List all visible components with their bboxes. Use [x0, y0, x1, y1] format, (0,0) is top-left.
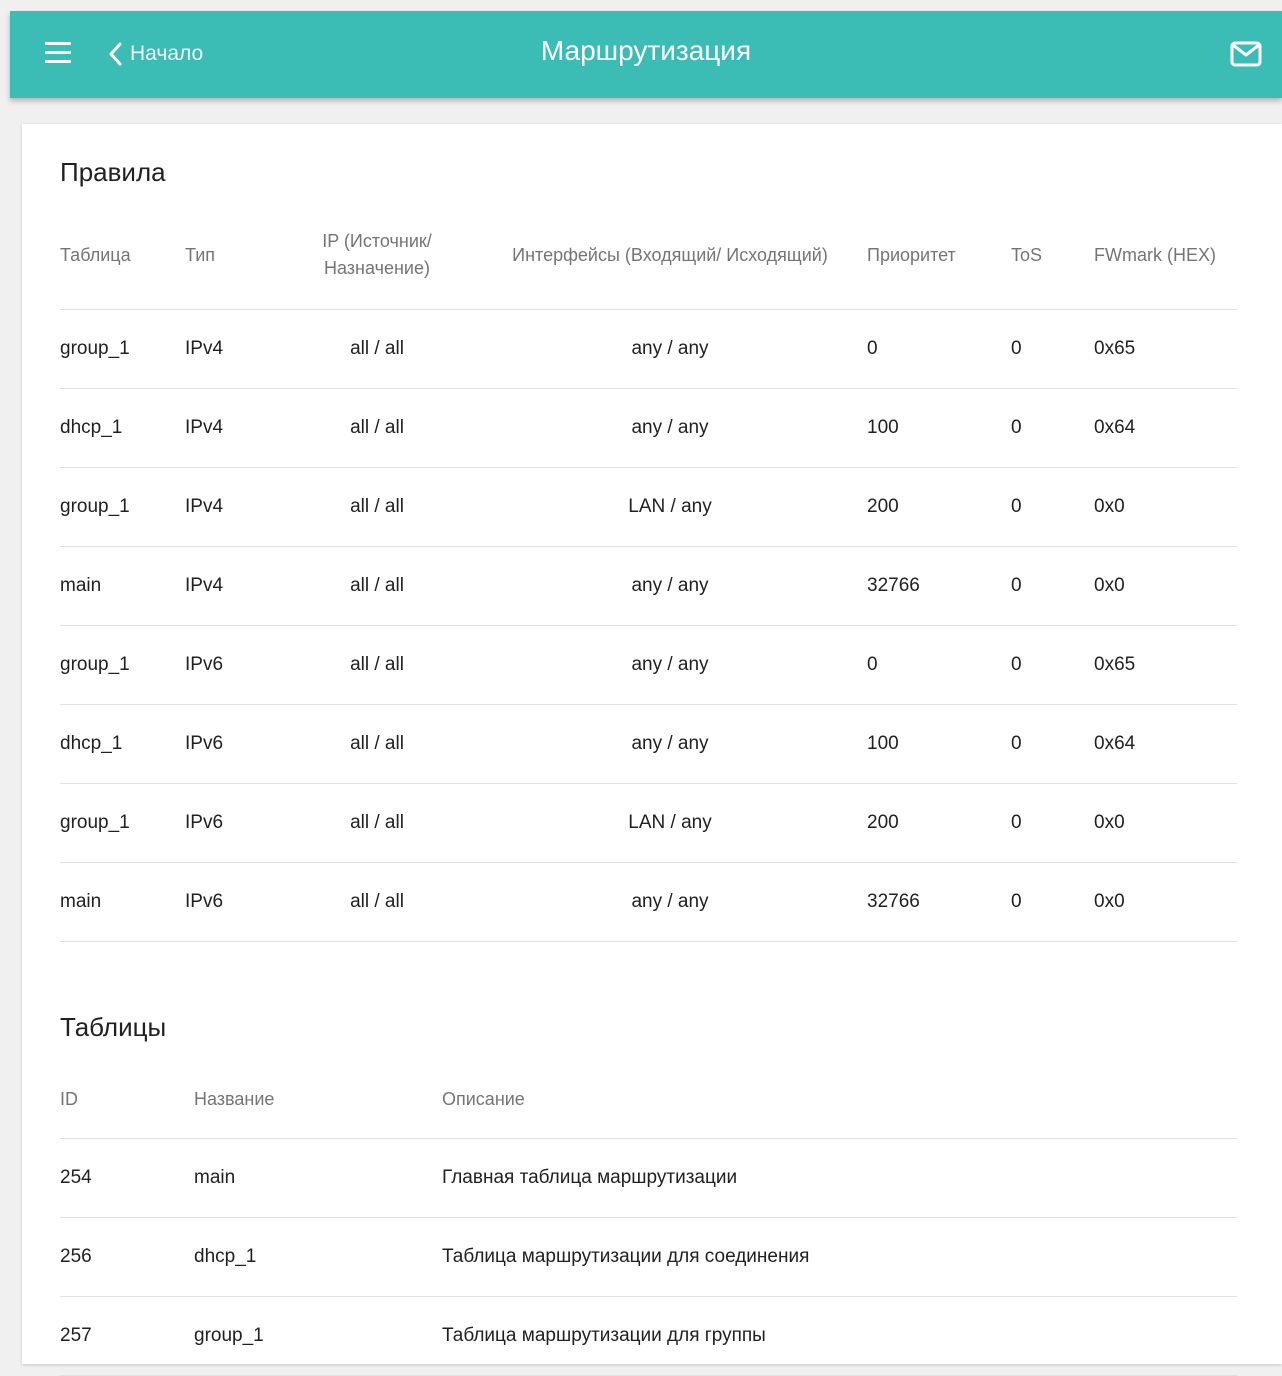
rules-table: Таблица Тип IP (Источник/ Назначение) Ин… — [60, 202, 1237, 942]
cell-fwmark: 0x0 — [1094, 782, 1237, 862]
cell-table: dhcp_1 — [60, 387, 185, 467]
rules-section-title: Правила — [60, 157, 166, 187]
cell-table: group_1 — [60, 308, 185, 388]
cell-id: 257 — [60, 1295, 194, 1376]
cell-priority: 200 — [867, 466, 1011, 546]
column-header-table: Таблица — [60, 244, 131, 265]
cell-type: IPv4 — [185, 466, 281, 546]
cell-priority: 200 — [867, 782, 1011, 862]
cell-priority: 0 — [867, 308, 1011, 388]
cell-interfaces: LAN / any — [473, 466, 867, 546]
cell-table: group_1 — [60, 782, 185, 862]
cell-name: group_1 — [194, 1295, 442, 1376]
cell-type: IPv4 — [185, 308, 281, 388]
cell-type: IPv6 — [185, 861, 281, 942]
table-row: main IPv6 all / all any / any 32766 0 0x0 — [60, 861, 1237, 942]
column-header-type: Тип — [185, 244, 216, 265]
top-app-bar: Начало Маршрутизация — [10, 11, 1282, 98]
cell-description: Таблица маршрутизации для соединения — [442, 1216, 1237, 1296]
cell-id: 254 — [60, 1137, 194, 1217]
cell-tos: 0 — [1011, 782, 1094, 862]
cell-description: Таблица маршрутизации для группы — [442, 1295, 1237, 1376]
table-row: 257 group_1 Таблица маршрутизации для груп… — [60, 1295, 1237, 1376]
cell-id: 256 — [60, 1216, 194, 1296]
column-header-fwmark: FWmark (HEX) — [1094, 244, 1216, 265]
cell-tos: 0 — [1011, 861, 1094, 942]
cell-priority: 32766 — [867, 545, 1011, 625]
table-row: dhcp_1 IPv4 all / all any / any 100 0 0x64 — [60, 387, 1237, 467]
cell-tos: 0 — [1011, 387, 1094, 467]
cell-interfaces: any / any — [473, 624, 867, 704]
column-header-description: Описание — [442, 1089, 525, 1110]
cell-tos: 0 — [1011, 703, 1094, 783]
cell-tos: 0 — [1011, 545, 1094, 625]
cell-type: IPv4 — [185, 545, 281, 625]
cell-interfaces: LAN / any — [473, 782, 867, 862]
cell-ip: all / all — [281, 545, 473, 625]
cell-tos: 0 — [1011, 624, 1094, 704]
cell-fwmark: 0x64 — [1094, 387, 1237, 467]
table-row: group_1 IPv6 all / all any / any 0 0 0x65 — [60, 624, 1237, 704]
cell-fwmark: 0x64 — [1094, 703, 1237, 783]
cell-fwmark: 0x0 — [1094, 861, 1237, 942]
cell-priority: 100 — [867, 387, 1011, 467]
cell-interfaces: any / any — [473, 545, 867, 625]
table-header-row: Таблица Тип IP (Источник/ Назначение) Ин… — [60, 202, 1237, 309]
cell-fwmark: 0x65 — [1094, 624, 1237, 704]
table-row: 254 main Главная таблица маршрутизации — [60, 1137, 1237, 1217]
cell-priority: 0 — [867, 624, 1011, 704]
cell-fwmark: 0x0 — [1094, 545, 1237, 625]
table-header-row: ID Название Описание — [60, 1062, 1237, 1138]
cell-table: group_1 — [60, 624, 185, 704]
column-header-priority: Приоритет — [867, 244, 956, 265]
cell-table: group_1 — [60, 466, 185, 546]
cell-priority: 32766 — [867, 861, 1011, 942]
cell-tos: 0 — [1011, 308, 1094, 388]
cell-interfaces: any / any — [473, 387, 867, 467]
table-row: group_1 IPv4 all / all any / any 0 0 0x65 — [60, 308, 1237, 388]
cell-ip: all / all — [281, 703, 473, 783]
cell-table: main — [60, 545, 185, 625]
cell-table: dhcp_1 — [60, 703, 185, 783]
column-header-tos: ToS — [1011, 244, 1043, 265]
cell-table: main — [60, 861, 185, 942]
cell-ip: all / all — [281, 782, 473, 862]
cell-type: IPv6 — [185, 624, 281, 704]
cell-priority: 100 — [867, 703, 1011, 783]
cell-ip: all / all — [281, 466, 473, 546]
cell-interfaces: any / any — [473, 703, 867, 783]
table-row: group_1 IPv6 all / all LAN / any 200 0 0x0 — [60, 782, 1237, 862]
cell-interfaces: any / any — [473, 308, 867, 388]
cell-type: IPv6 — [185, 782, 281, 862]
tables-section-title: Таблицы — [60, 1012, 167, 1042]
table-row: group_1 IPv4 all / all LAN / any 200 0 0x0 — [60, 466, 1237, 546]
column-header-ip: IP (Источник/ Назначение) — [322, 231, 432, 279]
cell-type: IPv4 — [185, 387, 281, 467]
mail-icon[interactable] — [1230, 41, 1262, 67]
column-header-interfaces: Интерфейсы (Входящий/ Исходящий) — [512, 244, 828, 265]
cell-fwmark: 0x65 — [1094, 308, 1237, 388]
cell-name: main — [194, 1137, 442, 1217]
cell-ip: all / all — [281, 387, 473, 467]
page-title: Маршрутизация — [540, 35, 752, 66]
cell-ip: all / all — [281, 624, 473, 704]
cell-description: Главная таблица маршрутизации — [442, 1137, 1237, 1217]
cell-interfaces: any / any — [473, 861, 867, 942]
cell-tos: 0 — [1011, 466, 1094, 546]
cell-ip: all / all — [281, 308, 473, 388]
cell-fwmark: 0x0 — [1094, 466, 1237, 546]
table-row: dhcp_1 IPv6 all / all any / any 100 0 0x64 — [60, 703, 1237, 783]
column-header-id: ID — [60, 1089, 78, 1110]
cell-ip: all / all — [281, 861, 473, 942]
cell-name: dhcp_1 — [194, 1216, 442, 1296]
table-row: 256 dhcp_1 Таблица маршрутизации для соеди… — [60, 1216, 1237, 1296]
column-header-name: Название — [194, 1089, 275, 1110]
table-row: main IPv4 all / all any / any 32766 0 0x0 — [60, 545, 1237, 625]
content-card: Правила Таблица Тип IP (Источник/ Назнач… — [22, 124, 1282, 1376]
routing-tables-table: ID Название Описание 254 main Главная табл… — [60, 1062, 1237, 1376]
cell-type: IPv6 — [185, 703, 281, 783]
